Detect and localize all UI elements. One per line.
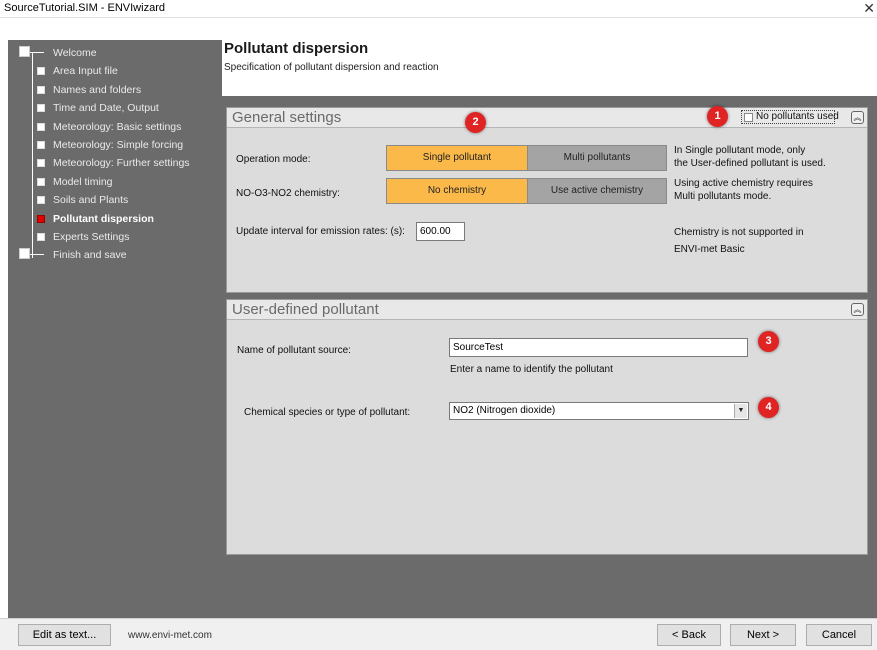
nav-step-label: Meteorology: Simple forcing <box>53 139 184 151</box>
page-title: Pollutant dispersion <box>224 40 369 57</box>
user-pollutant-header: User-defined pollutant ︽ <box>227 300 867 320</box>
info-chem-line2: Multi pollutants mode. <box>674 191 772 202</box>
content-area: General settings No pollutants used ︽ Op… <box>222 96 877 618</box>
species-select[interactable]: NO2 (Nitrogen dioxide) ▼ <box>449 402 749 420</box>
nav-step-item[interactable]: Welcome <box>8 44 222 62</box>
tree-node-icon <box>19 248 30 260</box>
page-header: Pollutant dispersion Specification of po… <box>222 40 877 96</box>
callout-badge-2: 2 <box>465 112 486 133</box>
cancel-button[interactable]: Cancel <box>806 624 872 646</box>
nav-step-item[interactable]: Meteorology: Basic settings <box>8 118 222 136</box>
update-interval-input[interactable]: 600.00 <box>416 222 465 241</box>
step-node-icon <box>37 141 45 149</box>
single-pollutant-button[interactable]: Single pollutant <box>386 145 528 171</box>
general-settings-panel: General settings No pollutants used ︽ Op… <box>226 107 868 293</box>
callout-badge-3: 3 <box>758 331 779 352</box>
info-single-mode: In Single pollutant mode, only the User-… <box>674 144 826 170</box>
nav-step-item[interactable]: Pollutant dispersion <box>8 210 222 228</box>
nav-step-item[interactable]: Finish and save <box>8 246 222 264</box>
nav-step-item[interactable]: Meteorology: Simple forcing <box>8 136 222 154</box>
nav-step-item[interactable]: Model timing <box>8 173 222 191</box>
user-pollutant-title: User-defined pollutant <box>232 301 379 318</box>
nav-step-label: Area Input file <box>53 65 118 78</box>
nav-step-item[interactable]: Names and folders <box>8 81 222 99</box>
nav-step-item[interactable]: Soils and Plants <box>8 191 222 209</box>
step-node-icon <box>37 67 45 76</box>
no-pollutants-toggle[interactable]: No pollutants used <box>741 110 839 124</box>
info-basic-line1: Chemistry is not supported in <box>674 227 804 238</box>
species-value: NO2 (Nitrogen dioxide) <box>453 405 556 416</box>
update-interval-label: Update interval for emission rates: (s): <box>236 226 405 237</box>
species-label: Chemical species or type of pollutant: <box>244 407 411 418</box>
source-name-input[interactable]: SourceTest <box>449 338 748 357</box>
dropdown-arrow-icon[interactable]: ▼ <box>734 404 747 418</box>
tree-connector <box>30 52 44 53</box>
edit-as-text-button[interactable]: Edit as text... <box>18 624 111 646</box>
callout-badge-1: 1 <box>707 106 728 127</box>
nav-step-label: Names and folders <box>53 83 142 96</box>
general-settings-title: General settings <box>232 109 342 126</box>
no-pollutants-label: No pollutants used <box>756 111 839 122</box>
step-node-icon <box>37 233 45 241</box>
next-button[interactable]: Next > <box>730 624 796 646</box>
nav-step-label: Welcome <box>53 47 97 59</box>
active-step-icon <box>37 214 45 223</box>
step-node-icon <box>37 177 45 186</box>
nav-step-item[interactable]: Time and Date, Output <box>8 99 222 117</box>
info-basic-line2: ENVI-met Basic <box>674 244 745 255</box>
general-settings-header: General settings No pollutants used ︽ <box>227 108 867 128</box>
nav-step-label: Meteorology: Further settings <box>53 157 190 170</box>
step-node-icon <box>37 196 45 205</box>
info-basic-support: Chemistry is not supported in ENVI-met B… <box>674 224 804 258</box>
nav-step-label: Pollutant dispersion <box>53 212 154 225</box>
nav-step-label: Soils and Plants <box>53 194 129 207</box>
source-name-hint: Enter a name to identify the pollutant <box>450 364 613 375</box>
source-name-label: Name of pollutant source: <box>237 345 351 356</box>
no-chemistry-button[interactable]: No chemistry <box>386 178 528 204</box>
info-chem-line1: Using active chemistry requires <box>674 178 813 189</box>
window-title: SourceTutorial.SIM - ENVIwizard <box>4 2 165 14</box>
wizard-step-nav: Welcome Area Input file Names and folders T… <box>8 40 222 618</box>
active-chemistry-button[interactable]: Use active chemistry <box>527 178 667 204</box>
info-single-line2: the User-defined pollutant is used. <box>674 158 826 169</box>
step-node-icon <box>37 85 45 94</box>
nav-step-item[interactable]: Meteorology: Further settings <box>8 154 222 172</box>
no-pollutants-checkbox[interactable] <box>744 113 753 122</box>
info-active-chemistry: Using active chemistry requires Multi po… <box>674 177 813 203</box>
nav-step-label: Model timing <box>53 175 113 188</box>
nav-step-label: Meteorology: Basic settings <box>53 120 182 133</box>
chevron-up-icon[interactable]: ︽ <box>851 303 864 316</box>
chemistry-label: NO-O3-NO2 chemistry: <box>236 188 340 199</box>
multi-pollutants-button[interactable]: Multi pollutants <box>527 145 667 171</box>
step-node-icon <box>37 122 45 131</box>
nav-step-label: Experts Settings <box>53 231 130 243</box>
back-button[interactable]: < Back <box>657 624 721 646</box>
website-link[interactable]: www.envi-met.com <box>128 630 212 641</box>
operation-mode-label: Operation mode: <box>236 154 311 165</box>
chevron-up-icon[interactable]: ︽ <box>851 111 864 124</box>
nav-step-label: Finish and save <box>53 249 127 262</box>
tree-connector <box>30 254 44 256</box>
info-single-line1: In Single pollutant mode, only <box>674 145 806 156</box>
footer-bar: Edit as text... www.envi-met.com < Back … <box>0 618 877 650</box>
callout-badge-4: 4 <box>758 397 779 418</box>
step-node-icon <box>37 159 45 168</box>
title-bar: SourceTutorial.SIM - ENVIwizard ✕ <box>0 0 877 18</box>
wizard-window: SourceTutorial.SIM - ENVIwizard ✕ Welcom… <box>0 0 877 650</box>
tree-node-icon <box>19 46 30 57</box>
nav-step-item[interactable]: Area Input file <box>8 62 222 80</box>
nav-step-item[interactable]: Experts Settings <box>8 228 222 246</box>
close-icon[interactable]: ✕ <box>863 0 875 16</box>
page-subtitle: Specification of pollutant dispersion an… <box>224 62 439 73</box>
step-node-icon <box>37 104 45 113</box>
nav-step-label: Time and Date, Output <box>53 102 159 115</box>
